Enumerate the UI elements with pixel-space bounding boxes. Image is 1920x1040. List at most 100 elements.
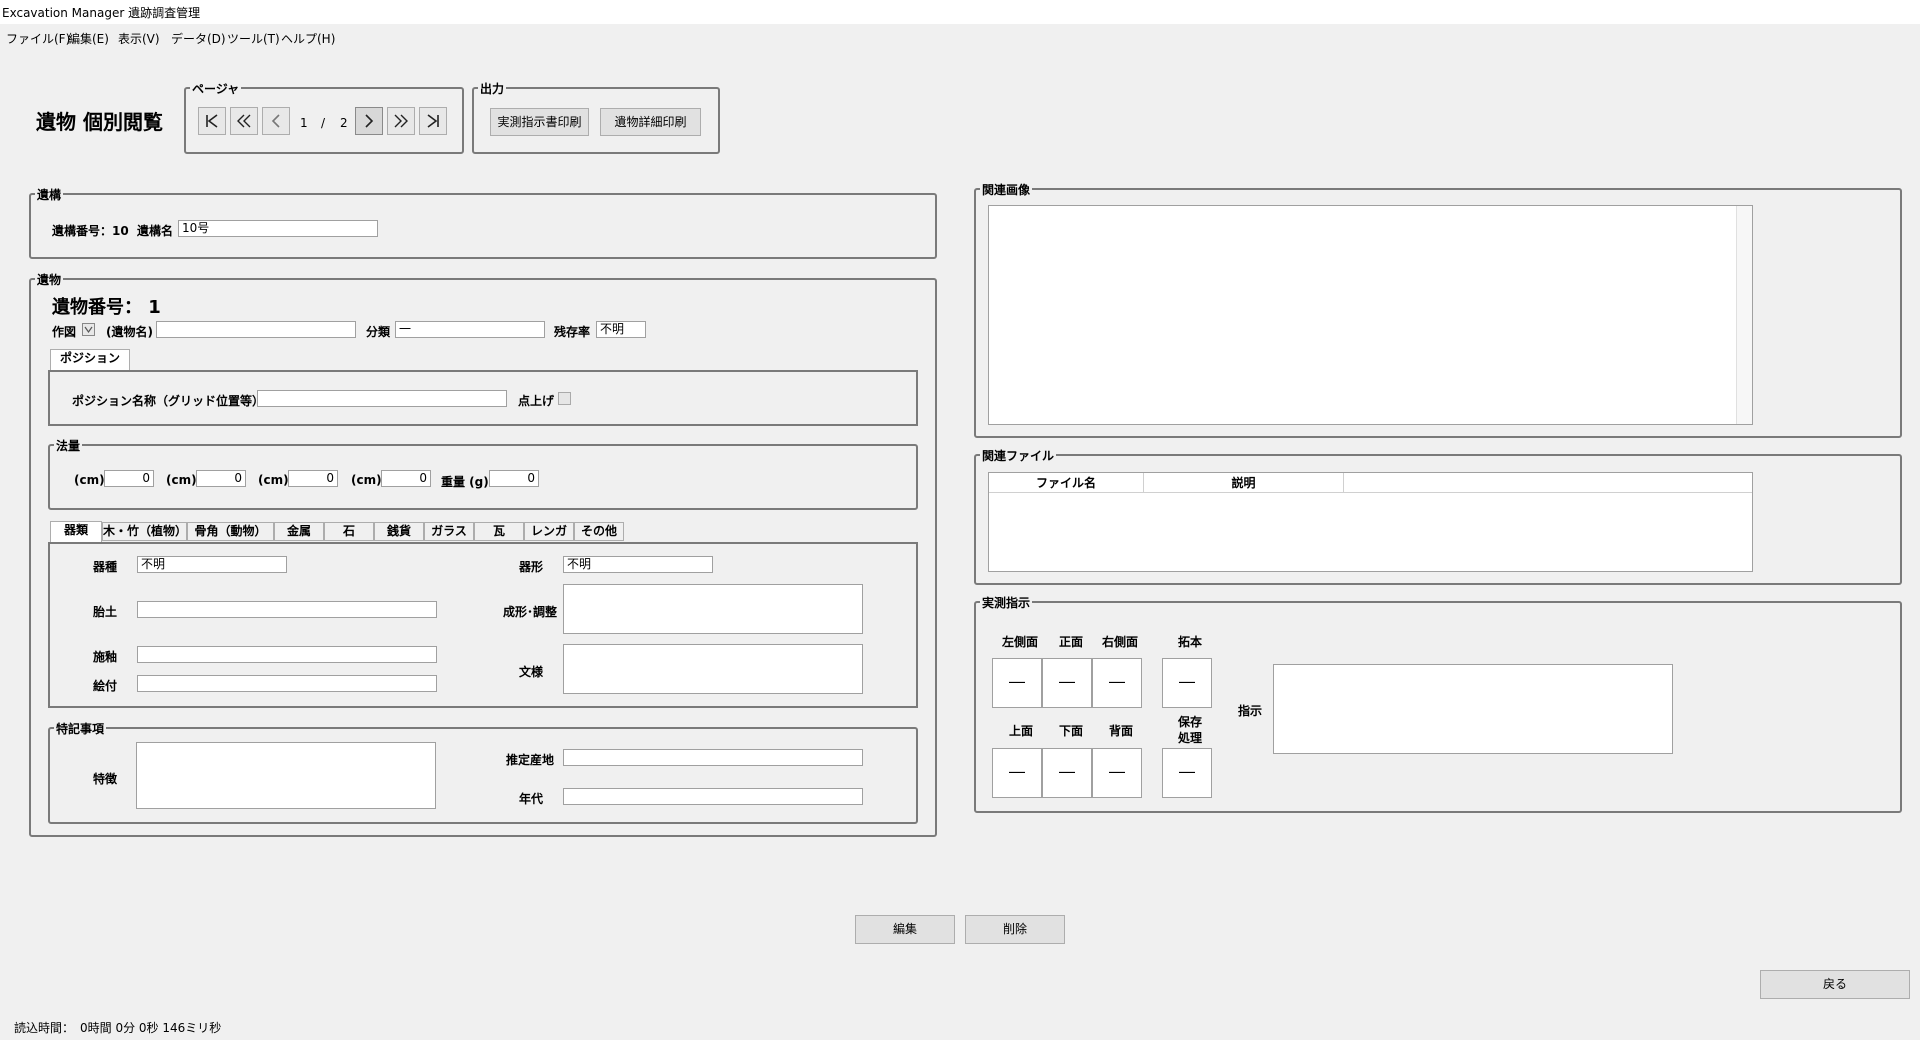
drawing-label: 作図 [52,325,77,339]
notes-legend: 特記事項 [54,720,107,737]
iko-name-label: 遺構名 [137,224,174,238]
top-box[interactable]: ― [992,748,1042,798]
painting-label: 絵付 [93,679,118,693]
files-table[interactable]: ファイル名 説明 [988,472,1753,572]
images-legend: 関連画像 [980,181,1033,198]
conservation-label: 保存 処理 [1178,715,1203,745]
position-field[interactable] [257,390,507,407]
ibutsu-legend: 遺物 [35,271,64,288]
origin-label: 推定産地 [506,753,555,767]
rubbing-box[interactable]: ― [1162,658,1212,708]
check-icon [84,326,93,334]
iko-number: 遺構番号：10 [52,224,129,238]
conservation-box[interactable]: ― [1162,748,1212,798]
left-side-label: 左側面 [1002,635,1039,649]
instruction-text-field[interactable] [1273,664,1673,754]
pottery-shape-field[interactable]: 不明 [563,556,713,573]
print-detail-button[interactable]: 遺物詳細印刷 [600,108,701,136]
right-side-box[interactable]: ― [1092,658,1142,708]
feature-field[interactable] [136,742,436,809]
measure-label-1: (cm) [74,473,105,487]
back-button[interactable]: 戻る [1760,970,1910,999]
remain-field[interactable]: 不明 [596,321,646,338]
tab-pottery[interactable]: 器類 [50,521,102,542]
tab-metal[interactable]: 金属 [274,522,324,541]
last-page-button[interactable] [419,107,447,135]
pattern-field[interactable] [563,644,863,694]
measure-field-4[interactable]: 0 [381,470,431,487]
back-label: 背面 [1109,724,1134,738]
total-pages: 2 [340,116,348,130]
first-page-button[interactable] [198,107,226,135]
menu-data[interactable]: データ(D) [171,30,226,47]
tab-glass[interactable]: ガラス [424,522,474,541]
iko-name-field[interactable]: 10号 [178,220,378,237]
double-chevron-left-icon [237,114,251,128]
origin-field[interactable] [563,749,863,766]
print-instruction-button[interactable]: 実測指示書印刷 [490,108,589,136]
bottom-label: 下面 [1059,724,1084,738]
edit-button[interactable]: 編集 [855,915,955,944]
delete-button[interactable]: 削除 [965,915,1065,944]
measure-field-2[interactable]: 0 [196,470,246,487]
glaze-field[interactable] [137,646,437,663]
next-page-button[interactable] [355,107,383,135]
drawing-checkbox[interactable] [82,323,95,336]
page-title: 遺物 個別閲覧 [36,110,163,134]
measure-field-1[interactable]: 0 [104,470,154,487]
forming-field[interactable] [563,584,863,634]
front-box[interactable]: ― [1042,658,1092,708]
weight-field[interactable]: 0 [489,470,539,487]
bottom-box[interactable]: ― [1042,748,1092,798]
output-legend: 出力 [478,80,507,97]
files-col-description[interactable]: 説明 [1144,473,1344,493]
painting-field[interactable] [137,675,437,692]
double-chevron-right-icon [394,114,408,128]
clay-label: 胎土 [93,605,118,619]
tab-brick[interactable]: レンガ [524,522,574,541]
pottery-type-label: 器種 [93,560,118,574]
tab-stone[interactable]: 石 [324,522,374,541]
point-checkbox[interactable] [558,392,571,405]
first-icon [206,114,218,128]
chevron-left-icon [271,114,280,128]
files-header: ファイル名 説明 [989,473,1752,493]
iko-legend: 遺構 [35,186,64,203]
tab-position[interactable]: ポジション [50,349,130,370]
pager-legend: ページャ [190,80,242,97]
files-col-name[interactable]: ファイル名 [989,473,1144,493]
menu-tools[interactable]: ツール(T) [227,30,280,47]
left-side-box[interactable]: ― [992,658,1042,708]
next-block-button[interactable] [387,107,415,135]
menu-edit[interactable]: 編集(E) [68,30,109,47]
category-label: 分類 [366,325,391,339]
images-list[interactable] [988,205,1753,425]
tab-tile[interactable]: 瓦 [474,522,524,541]
menu-file[interactable]: ファイル(F) [6,30,70,47]
measure-field-3[interactable]: 0 [288,470,338,487]
back-box[interactable]: ― [1092,748,1142,798]
menu-bar: ファイル(F) 編集(E) 表示(V) データ(D) ツール(T) ヘルプ(H) [0,24,1920,48]
menu-view[interactable]: 表示(V) [118,30,160,47]
point-label: 点上げ [518,394,555,408]
prev-block-button[interactable] [230,107,258,135]
category-field[interactable]: 一 [395,321,545,338]
rubbing-label: 拓本 [1178,635,1203,649]
pottery-shape-label: 器形 [519,560,544,574]
current-page: 1 [300,116,308,130]
era-field[interactable] [563,788,863,805]
menu-help[interactable]: ヘルプ(H) [281,30,335,47]
images-scrollbar[interactable] [1736,206,1752,424]
clay-field[interactable] [137,601,437,618]
chevron-right-icon [365,114,374,128]
position-label: ポジション名称（グリッド位置等） [72,394,265,408]
tab-wood[interactable]: 木・竹（植物） [102,522,187,541]
tab-other[interactable]: その他 [574,522,624,541]
prev-page-button[interactable] [262,107,290,135]
tab-bone[interactable]: 骨角（動物） [187,522,274,541]
tab-coin[interactable]: 銭貨 [374,522,424,541]
pottery-type-field[interactable]: 不明 [137,556,287,573]
measure-label-4: (cm) [351,473,382,487]
window-title: Excavation Manager 遺跡調査管理 [0,0,1920,24]
ibutsu-name-field[interactable] [156,321,356,338]
